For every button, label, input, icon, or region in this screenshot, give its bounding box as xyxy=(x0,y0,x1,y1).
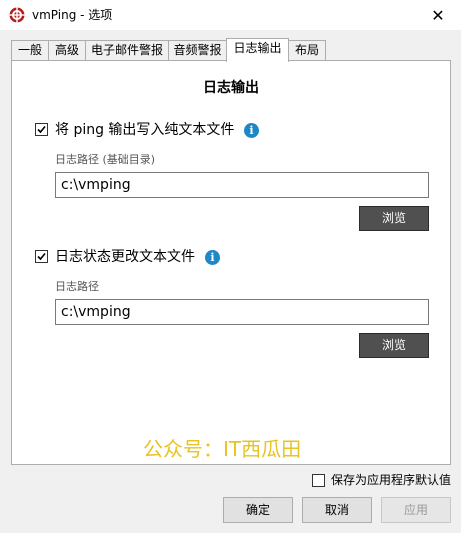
vmping-app-icon xyxy=(9,7,25,23)
tab-advanced[interactable]: 高级 xyxy=(48,40,86,61)
info-icon[interactable]: i xyxy=(205,250,220,265)
tab-log-output[interactable]: 日志输出 xyxy=(226,38,289,62)
tab-general[interactable]: 一般 xyxy=(11,40,49,61)
apply-button[interactable]: 应用 xyxy=(381,497,451,523)
watermark-text: 公众号：IT西瓜田 xyxy=(143,437,302,461)
close-button[interactable]: ✕ xyxy=(415,0,461,30)
ok-button[interactable]: 确定 xyxy=(223,497,293,523)
info-icon[interactable]: i xyxy=(244,123,259,138)
status-log-path-label: 日志路径 xyxy=(55,280,99,293)
tab-email-alerts[interactable]: 电子邮件警报 xyxy=(85,40,169,61)
window-title: vmPing - 选项 xyxy=(32,8,113,22)
ping-log-browse-button[interactable]: 浏览 xyxy=(359,206,429,231)
status-log-checkbox[interactable] xyxy=(35,250,48,263)
cancel-button[interactable]: 取消 xyxy=(302,497,372,523)
log-output-panel: 日志输出 将 ping 输出写入纯文本文件 i 日志路径 (基础目录) c:\v… xyxy=(11,60,451,465)
ping-log-label[interactable]: 将 ping 输出写入纯文本文件 xyxy=(55,121,234,139)
checkmark-icon xyxy=(37,252,46,261)
save-default-checkbox[interactable] xyxy=(312,474,325,487)
checkmark-icon xyxy=(37,125,46,134)
save-default-label[interactable]: 保存为应用程序默认值 xyxy=(331,472,451,488)
ping-log-path-label: 日志路径 (基础目录) xyxy=(55,153,156,166)
tab-audio-alerts[interactable]: 音频警报 xyxy=(168,40,227,61)
close-icon: ✕ xyxy=(431,5,445,25)
section-title: 日志输出 xyxy=(203,80,259,96)
title-bar: vmPing - 选项 ✕ xyxy=(0,0,461,30)
ping-log-path-input[interactable]: c:\vmping xyxy=(55,172,429,198)
status-log-path-input[interactable]: c:\vmping xyxy=(55,299,429,325)
status-log-browse-button[interactable]: 浏览 xyxy=(359,333,429,358)
status-log-label[interactable]: 日志状态更改文本文件 xyxy=(55,248,195,266)
tab-layout[interactable]: 布局 xyxy=(288,40,326,61)
ping-log-checkbox[interactable] xyxy=(35,123,48,136)
